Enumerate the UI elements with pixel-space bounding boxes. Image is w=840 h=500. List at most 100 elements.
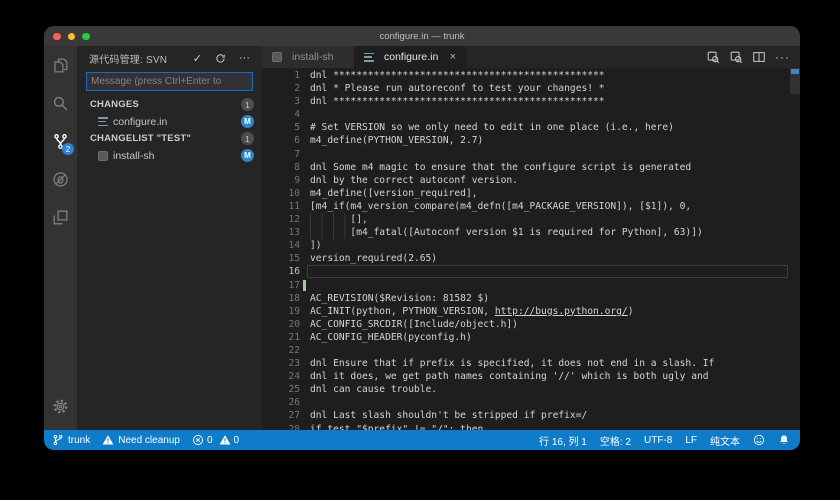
code-line[interactable]: 1dnl ***********************************…	[262, 69, 800, 82]
language-mode[interactable]: 纯文本	[710, 433, 740, 448]
problems-indicator[interactable]: 0 0	[192, 434, 239, 446]
tab-install-sh[interactable]: install-sh	[262, 46, 354, 68]
code-line[interactable]: 11[m4_if(m4_version_compare(m4_defn([m4_…	[262, 200, 800, 213]
smiley-icon	[753, 434, 765, 446]
sidebar-item-source-control[interactable]: 2	[44, 122, 77, 160]
tab-configure-in[interactable]: configure.in ×	[354, 46, 466, 68]
gear-icon	[52, 398, 69, 415]
open-file-icon[interactable]	[729, 50, 743, 64]
code-line[interactable]: 22	[262, 344, 800, 357]
modified-badge: M	[241, 115, 254, 128]
config-file-icon	[364, 53, 374, 62]
sidebar-item-extensions[interactable]	[44, 198, 77, 236]
modified-badge: M	[241, 149, 254, 162]
code-line[interactable]: 5# Set VERSION so we only need to edit i…	[262, 121, 800, 134]
code-line[interactable]: 7	[262, 148, 800, 161]
config-file-icon	[98, 117, 108, 126]
sidebar-title: 源代码管理: SVN	[89, 51, 167, 66]
overview-ruler-cursor-marker	[791, 69, 799, 74]
eol-indicator[interactable]: LF	[685, 435, 697, 446]
code-line[interactable]: 27dnl Last slash shouldn't be stripped i…	[262, 409, 800, 422]
editor-actions: ···	[706, 46, 800, 68]
code-line[interactable]: 28if test "$prefix" != "/"; then	[262, 423, 800, 430]
section-changes[interactable]: CHANGES 1	[77, 96, 262, 113]
error-icon	[192, 434, 204, 446]
window-controls	[53, 33, 90, 41]
zoom-window-button[interactable]	[82, 33, 90, 41]
code-line[interactable]: 10m4_define([version_required],	[262, 187, 800, 200]
refresh-icon	[215, 53, 226, 64]
code-line[interactable]: 4	[262, 108, 800, 121]
more-actions-button[interactable]: ···	[239, 52, 250, 64]
notifications-button[interactable]	[778, 434, 790, 446]
code-line-current[interactable]: 16	[262, 265, 800, 278]
split-editor-icon[interactable]	[752, 50, 766, 64]
changes-count-badge: 1	[241, 98, 254, 111]
file-item-configure-in[interactable]: configure.in M	[77, 113, 262, 130]
code-line[interactable]: 3dnl ***********************************…	[262, 95, 800, 108]
sidebar-item-explorer[interactable]	[44, 46, 77, 84]
bell-icon	[778, 434, 790, 446]
code-editor[interactable]: 1dnl ***********************************…	[262, 68, 800, 430]
close-tab-button[interactable]: ×	[450, 52, 456, 63]
changelist-count-badge: 1	[241, 132, 254, 145]
shell-file-icon	[272, 52, 282, 62]
tab-bar: install-sh configure.in ×	[262, 46, 800, 68]
cursor-position[interactable]: 行 16, 列 1	[539, 433, 587, 448]
code-line[interactable]: 24dnl it does, we get path names contain…	[262, 370, 800, 383]
commit-message-input[interactable]	[86, 72, 253, 91]
status-bar: trunk Need cleanup 0	[44, 430, 800, 450]
branch-icon	[52, 434, 64, 446]
file-item-install-sh[interactable]: install-sh M	[77, 147, 262, 164]
warning-icon	[102, 434, 114, 446]
code-line[interactable]: 20AC_CONFIG_SRCDIR([Include/object.h])	[262, 318, 800, 331]
code-line[interactable]: 2dnl * Please run autoreconf to test you…	[262, 82, 800, 95]
gutter-added-marker	[303, 280, 306, 291]
scrollbar[interactable]	[790, 68, 800, 430]
current-line-highlight	[307, 265, 788, 278]
commit-button[interactable]: ✓	[193, 52, 202, 65]
code-line[interactable]: 18AC_REVISION($Revision: 81582 $)	[262, 292, 800, 305]
refresh-button[interactable]	[215, 53, 226, 64]
code-line[interactable]: 23dnl Ensure that if prefix is specified…	[262, 357, 800, 370]
debug-disabled-icon	[51, 170, 70, 189]
cleanup-warning[interactable]: Need cleanup	[102, 434, 180, 446]
code-line[interactable]: 8dnl Some m4 magic to ensure that the co…	[262, 161, 800, 174]
encoding-indicator[interactable]: UTF-8	[644, 435, 672, 446]
feedback-button[interactable]	[753, 434, 765, 446]
branch-indicator[interactable]: trunk	[52, 434, 90, 446]
code-line[interactable]: 21AC_CONFIG_HEADER(pyconfig.h)	[262, 331, 800, 344]
shell-file-icon	[98, 151, 108, 161]
code-line[interactable]: 26	[262, 396, 800, 409]
code-line[interactable]: 13 [m4_fatal([Autoconf version $1 is req…	[262, 226, 800, 239]
warning-icon	[219, 434, 231, 446]
indentation-indicator[interactable]: 空格: 2	[600, 433, 631, 448]
desktop: configure.in — trunk	[0, 0, 840, 500]
scm-count-badge: 2	[62, 143, 74, 155]
sidebar-item-debug[interactable]	[44, 160, 77, 198]
minimize-window-button[interactable]	[68, 33, 76, 41]
code-line[interactable]: 19AC_INIT(python, PYTHON_VERSION, http:/…	[262, 305, 800, 318]
files-icon	[51, 56, 70, 75]
code-line[interactable]: 25dnl can cause trouble.	[262, 383, 800, 396]
close-window-button[interactable]	[53, 33, 61, 41]
extensions-icon	[51, 208, 70, 227]
section-changelist-test[interactable]: CHANGELIST "TEST" 1	[77, 130, 262, 147]
code-line[interactable]: 9dnl by the correct autoconf version.	[262, 174, 800, 187]
code-line[interactable]: 14])	[262, 239, 800, 252]
sidebar-item-search[interactable]	[44, 84, 77, 122]
code-line[interactable]: 17	[262, 279, 800, 292]
sidebar-header: 源代码管理: SVN ✓ ···	[77, 46, 262, 70]
more-editor-actions-icon[interactable]: ···	[775, 50, 790, 64]
code-line[interactable]: 6m4_define(PYTHON_VERSION, 2.7)	[262, 134, 800, 147]
code-line[interactable]: 12 [],	[262, 213, 800, 226]
open-changes-icon[interactable]	[706, 50, 720, 64]
editor-group: install-sh configure.in ×	[262, 46, 800, 430]
manage-button[interactable]	[44, 394, 77, 418]
scm-sidebar: 源代码管理: SVN ✓ ···	[77, 46, 262, 430]
code-line[interactable]: 15version_required(2.65)	[262, 252, 800, 265]
search-icon	[51, 94, 70, 113]
title-bar[interactable]: configure.in — trunk	[44, 26, 800, 46]
vscode-window: configure.in — trunk	[44, 26, 800, 450]
url-link[interactable]: http://bugs.python.org/	[495, 306, 628, 317]
